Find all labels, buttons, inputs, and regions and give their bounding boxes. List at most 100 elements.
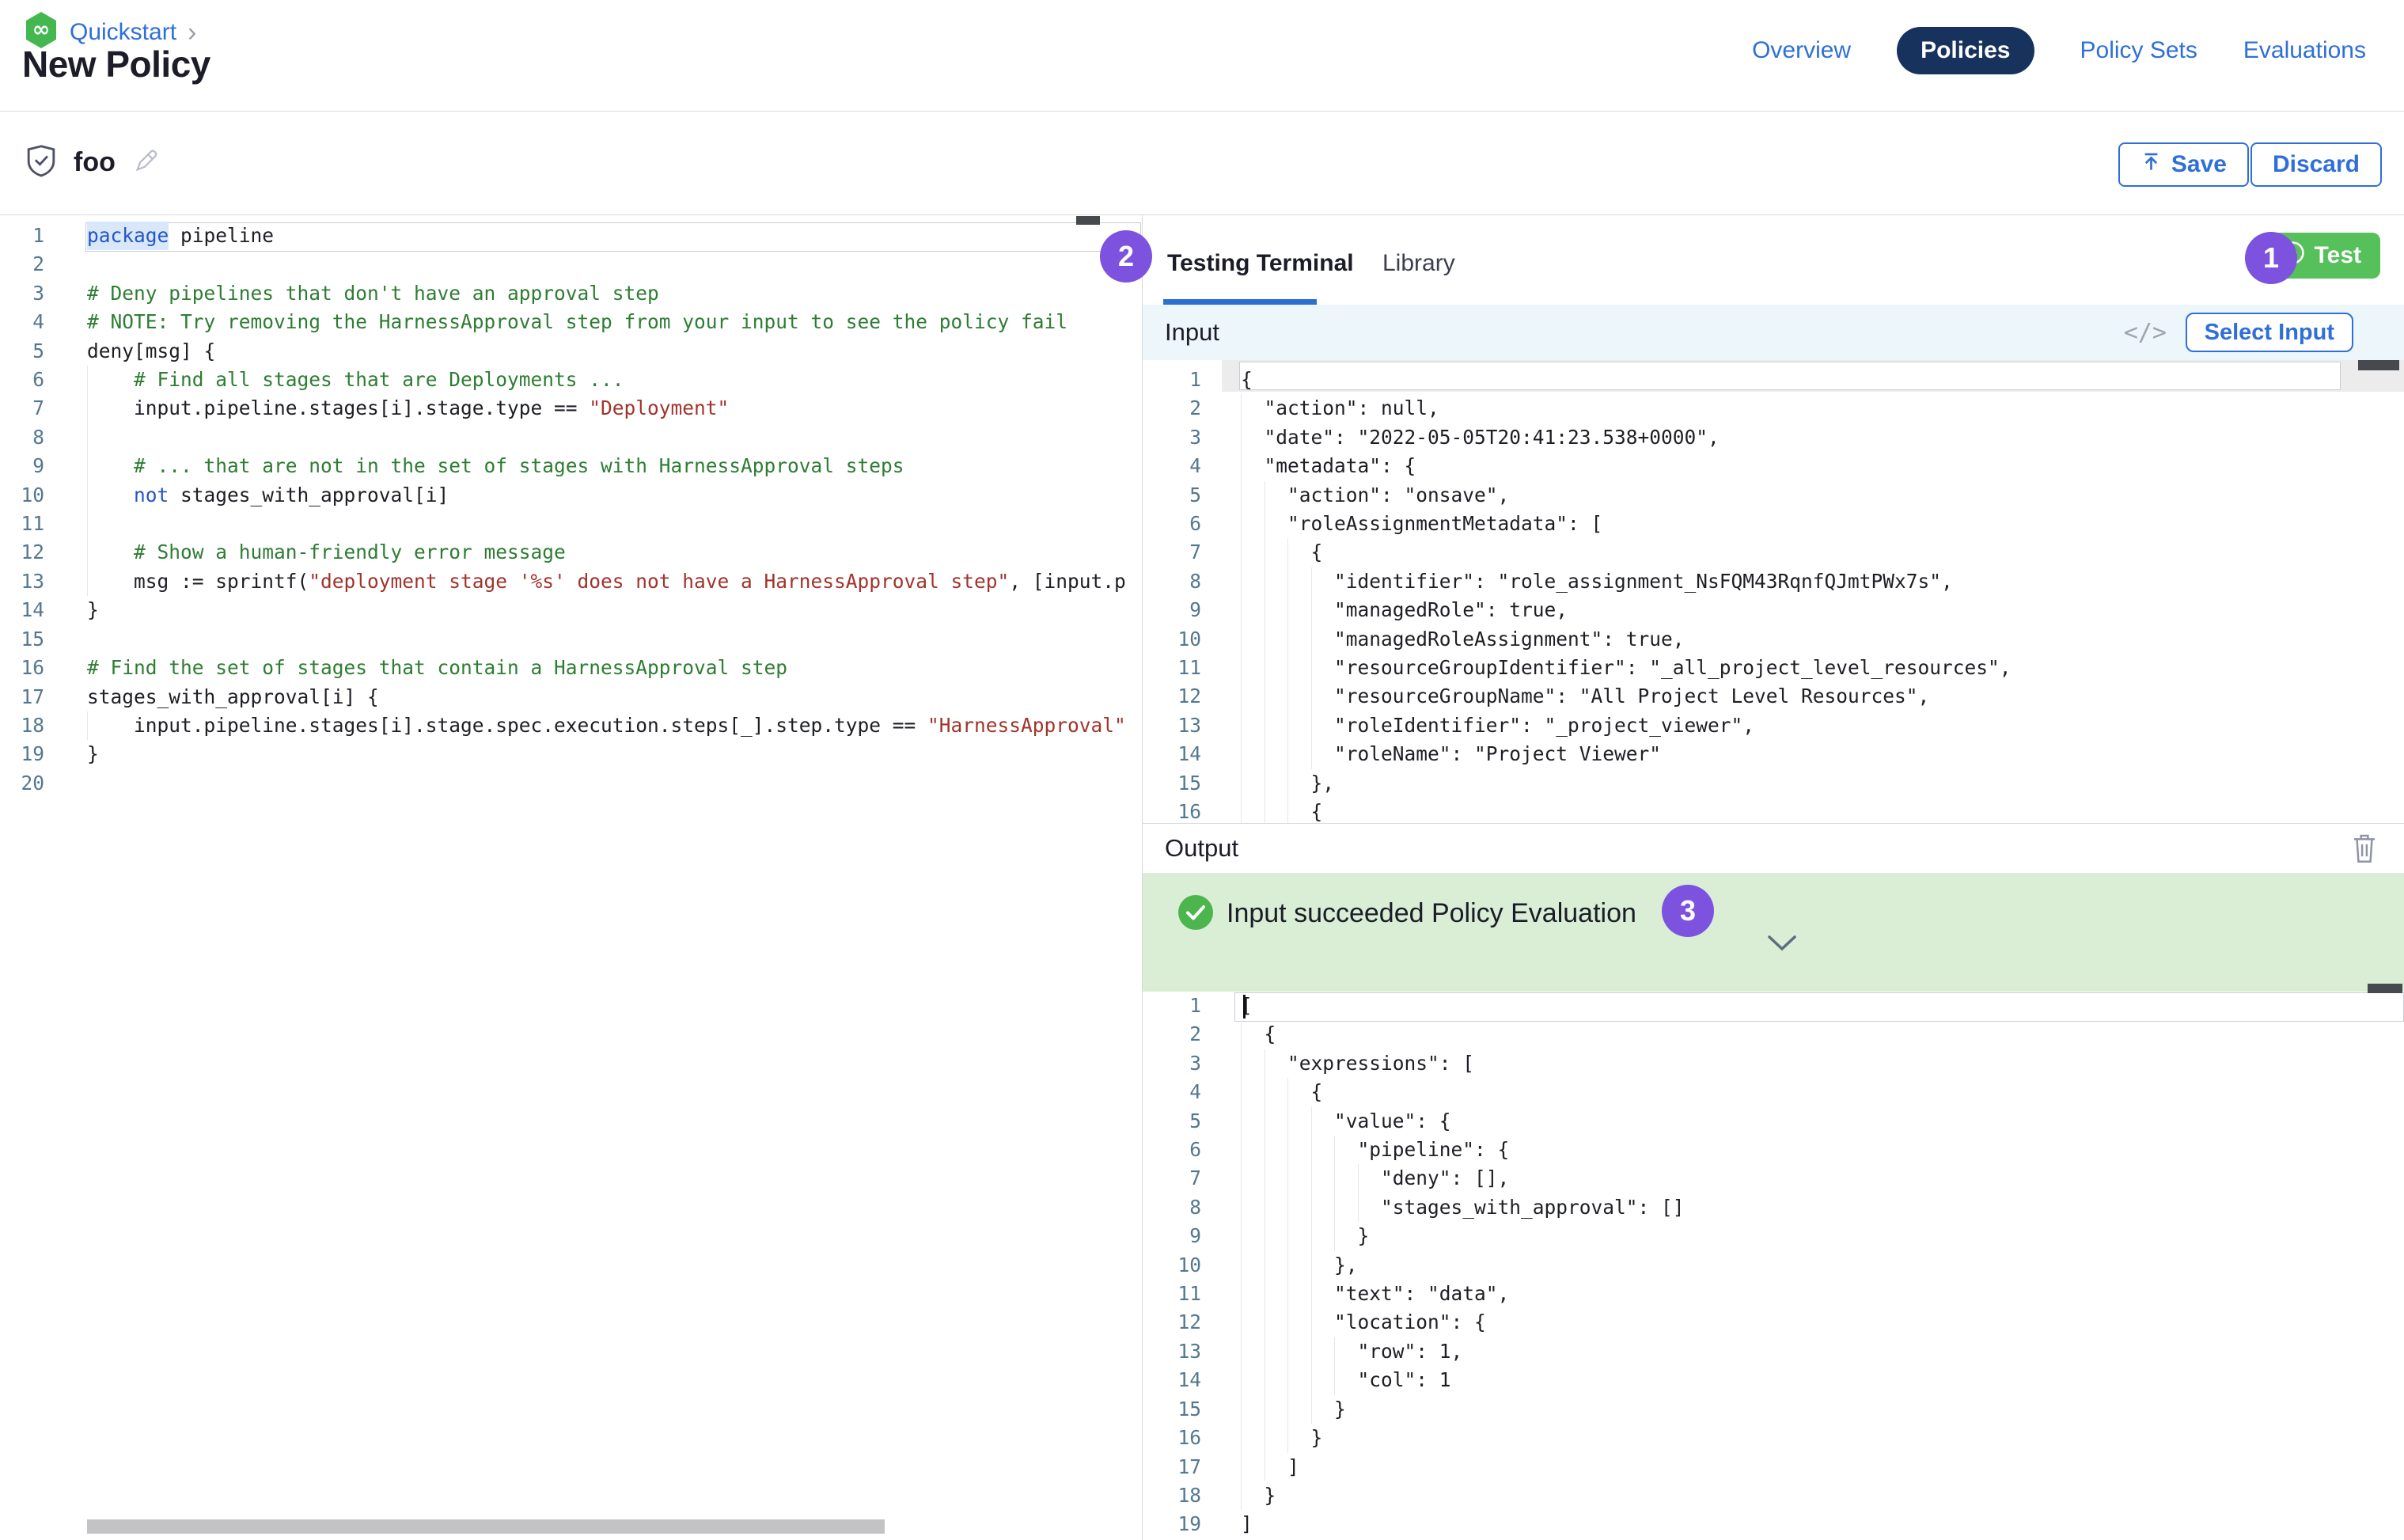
code-line: 4# NOTE: Try removing the HarnessApprova… (0, 308, 1142, 336)
indent-guide (1265, 1136, 1288, 1164)
code-text: "action": null, (1241, 394, 1439, 423)
indent-guide (1287, 1164, 1311, 1193)
code-line: 3# Deny pipelines that don't have an app… (0, 279, 1142, 308)
code-line: 16# Find the set of stages that contain … (0, 654, 1142, 682)
code-line: 1[ (1143, 992, 2404, 1020)
indent-guide (1241, 798, 1265, 823)
trash-icon[interactable] (2352, 833, 2377, 867)
indent-guide (1241, 1107, 1265, 1136)
code-line: 7"deny": [], (1143, 1164, 2404, 1193)
line-number: 3 (0, 279, 44, 308)
indent-guide (1241, 1193, 1265, 1222)
input-section-header: Input </> Select Input (1143, 305, 2404, 360)
code-text: } (1241, 1424, 1322, 1452)
discard-label: Discard (2273, 151, 2360, 178)
indent-guide (1311, 1222, 1335, 1250)
indent-guide (1287, 1424, 1311, 1452)
nav-policy-sets[interactable]: Policy Sets (2080, 37, 2197, 64)
input-json-editor[interactable]: 1{2"action": null,3"date": "2022-05-05T2… (1143, 366, 2404, 823)
banner-message: Input succeeded Policy Evaluation (1227, 898, 1636, 929)
line-number: 4 (0, 308, 44, 336)
code-line: 20 (0, 769, 1142, 798)
upload-icon (2140, 151, 2162, 179)
select-input-button[interactable]: Select Input (2186, 313, 2353, 352)
code-line: 9} (1143, 1222, 2404, 1250)
code-text: # Find all stages that are Deployments .… (87, 366, 624, 394)
horizontal-scrollbar-thumb[interactable] (87, 1519, 885, 1534)
code-line: 1package pipeline (0, 222, 1142, 250)
indent-guide (1241, 452, 1265, 480)
edit-pencil-icon[interactable] (133, 147, 160, 178)
code-text: "value": { (1241, 1107, 1451, 1136)
tab-library[interactable]: Library (1382, 250, 1455, 277)
indent-guide (1311, 1280, 1335, 1308)
indent-guide (1311, 1193, 1335, 1222)
code-line: 17stages_with_approval[i] { (0, 683, 1142, 711)
code-view-icon[interactable]: </> (2124, 319, 2167, 347)
save-button[interactable]: Save (2118, 142, 2249, 187)
code-text: input.pipeline.stages[i].stage.type == "… (87, 394, 729, 423)
line-number: 15 (0, 625, 44, 654)
indent-guide (1241, 1337, 1265, 1366)
line-number: 8 (1143, 567, 1201, 596)
tab-testing-terminal[interactable]: Testing Terminal (1167, 250, 1354, 277)
code-line: 14"roleName": "Project Viewer" (1143, 740, 2404, 768)
indent-guide (1241, 510, 1265, 538)
indent-guide (87, 711, 134, 740)
code-text: }, (1241, 769, 1334, 798)
indent-guide (1241, 740, 1265, 768)
indent-guide (1311, 740, 1335, 768)
code-text: { (1241, 1020, 1276, 1049)
indent-guide (1241, 567, 1265, 596)
indent-guide (1311, 682, 1335, 711)
line-number: 8 (0, 423, 44, 452)
policy-code-editor[interactable]: 1package pipeline23# Deny pipelines that… (0, 215, 1142, 1519)
line-number: 14 (1143, 1366, 1201, 1394)
indent-guide (1287, 711, 1311, 740)
line-number: 2 (1143, 1020, 1201, 1049)
scrollbar-thumb[interactable] (1076, 216, 1100, 225)
line-number: 9 (1143, 596, 1201, 624)
line-number: 1 (0, 222, 44, 250)
discard-button[interactable]: Discard (2250, 142, 2382, 187)
indent-guide (87, 538, 134, 567)
code-line: 2"action": null, (1143, 394, 2404, 423)
nav-evaluations[interactable]: Evaluations (2243, 37, 2366, 64)
code-line: 3"expressions": [ (1143, 1049, 2404, 1078)
scrollbar-thumb[interactable] (2368, 984, 2402, 993)
chevron-down-icon[interactable] (1765, 934, 1799, 957)
indent-guide (1287, 1136, 1311, 1164)
code-line: 12"location": { (1143, 1308, 2404, 1337)
code-line: 8 (0, 423, 1142, 452)
output-title: Output (1165, 834, 1238, 863)
line-number: 13 (0, 567, 44, 596)
indent-guide (1287, 1222, 1311, 1250)
code-text: deny[msg] { (87, 337, 215, 366)
code-line: 9# ... that are not in the set of stages… (0, 452, 1142, 480)
output-json-editor[interactable]: 1[2{3"expressions": [4{5"value": {6"pipe… (1143, 992, 2404, 1540)
indent-guide (1287, 1107, 1311, 1136)
line-number: 15 (1143, 1395, 1201, 1424)
indent-guide (87, 481, 134, 510)
code-text: } (87, 740, 99, 768)
indent-guide (1241, 1222, 1265, 1250)
nav-overview[interactable]: Overview (1752, 37, 1851, 64)
code-text: } (1241, 1481, 1276, 1510)
line-number: 15 (1143, 769, 1201, 798)
scrollbar-thumb[interactable] (2358, 360, 2399, 370)
indent-guide (1241, 1164, 1265, 1193)
line-number: 6 (1143, 1136, 1201, 1164)
line-number: 17 (0, 683, 44, 711)
breadcrumb-project-link[interactable]: Quickstart (70, 19, 176, 46)
indent-guide (1241, 654, 1265, 682)
indent-guide (1265, 1337, 1288, 1366)
nav-policies-active[interactable]: Policies (1897, 27, 2034, 74)
code-text: "stages_with_approval": [] (1241, 1193, 1685, 1222)
line-number: 9 (1143, 1222, 1201, 1250)
chevron-right-icon: › (188, 21, 196, 44)
output-section-header: Output (1143, 823, 2404, 873)
indent-guide (1311, 711, 1335, 740)
code-text (87, 510, 134, 538)
indent-guide (1311, 1337, 1335, 1366)
line-number: 4 (1143, 452, 1201, 480)
